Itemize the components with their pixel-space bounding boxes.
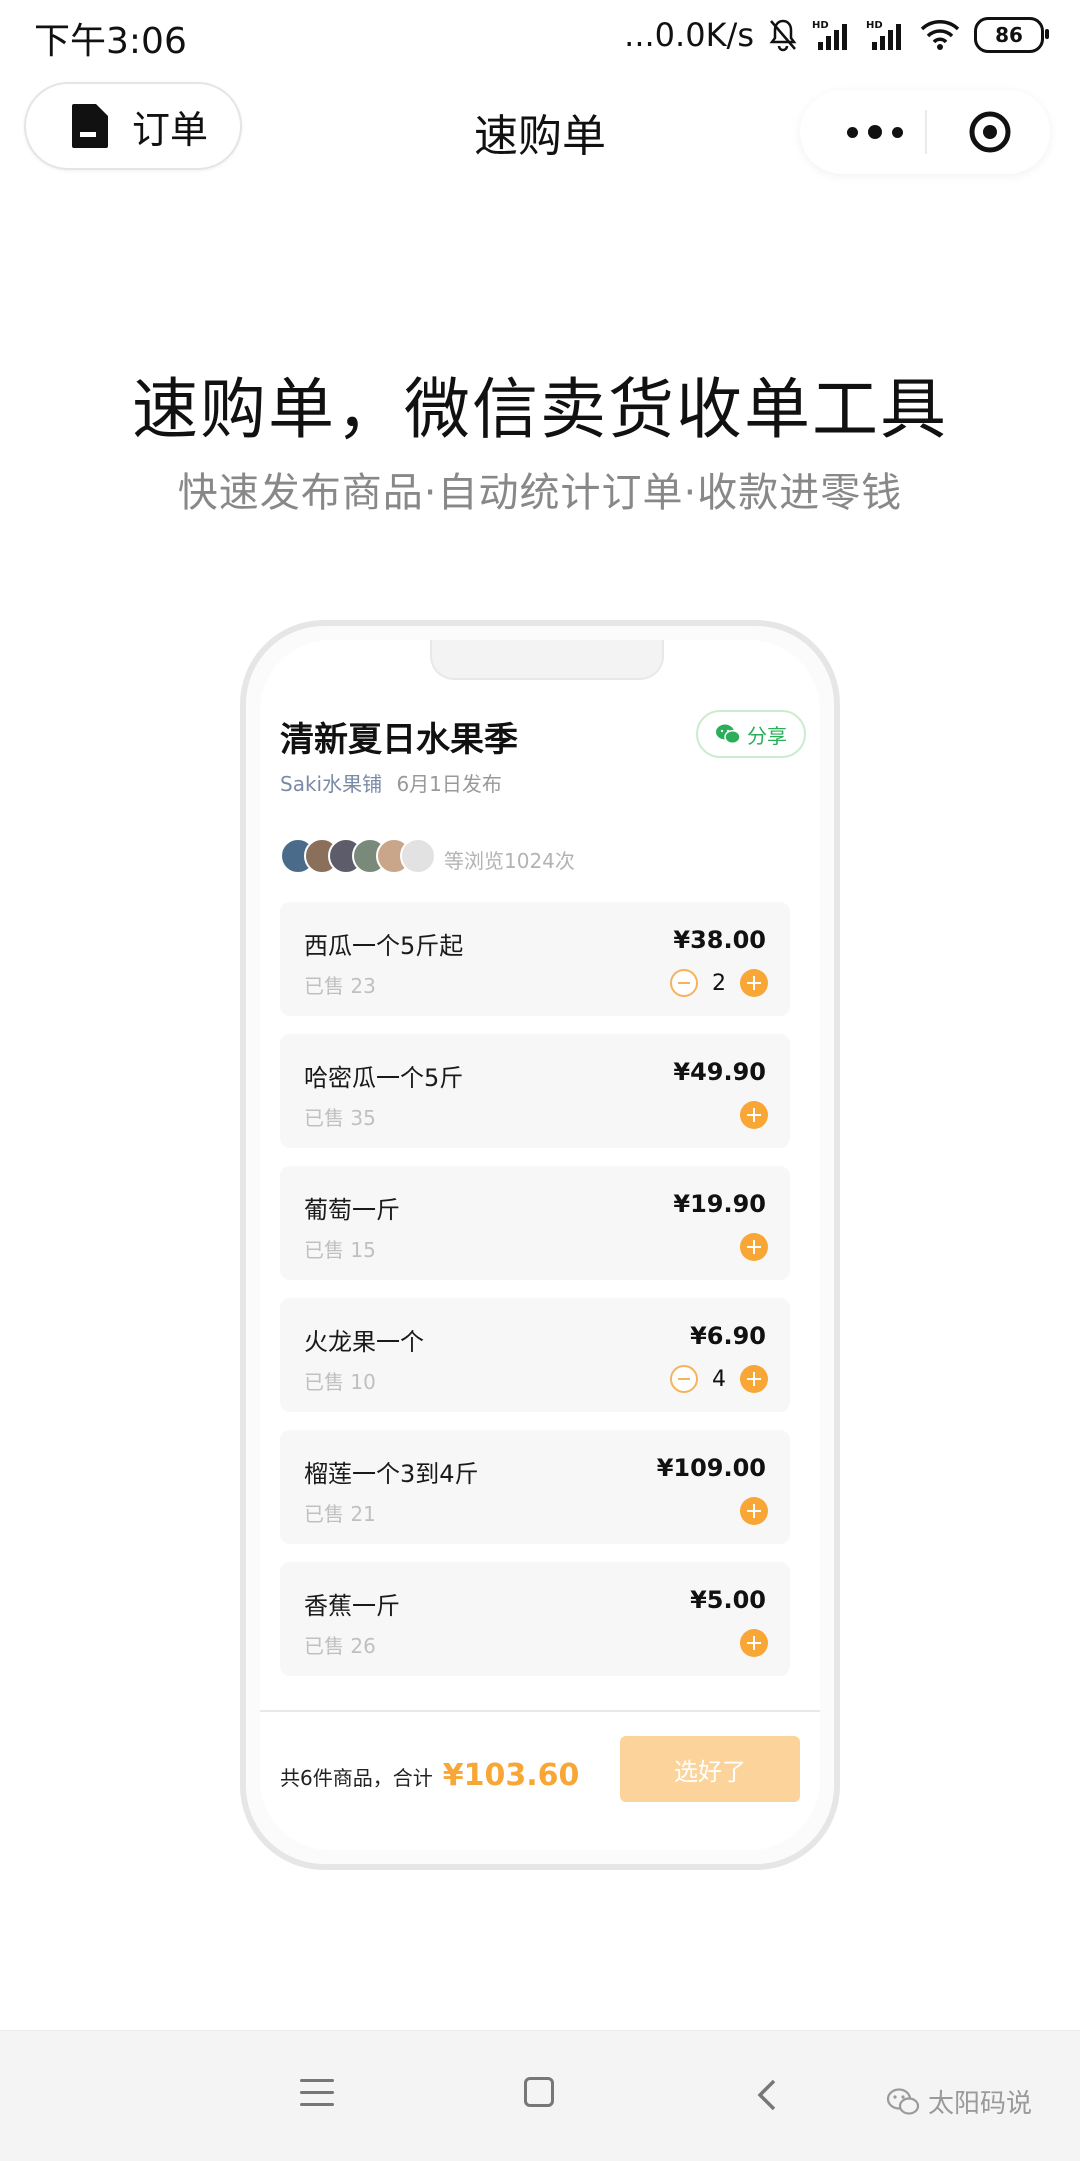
quantity-stepper: 4	[670, 1364, 768, 1394]
hero-title: 速购单，微信卖货收单工具	[132, 371, 948, 448]
network-speed: ...0.0K/s	[624, 16, 754, 54]
plus-icon[interactable]	[740, 1233, 768, 1261]
svg-text:HD: HD	[866, 20, 883, 31]
product-name: 榴莲一个3到4斤	[304, 1460, 479, 1488]
share-button[interactable]: 分享	[696, 710, 806, 758]
product-name: 西瓜一个5斤起	[304, 932, 464, 960]
product-name: 香蕉一斤	[304, 1592, 400, 1620]
publish-date: 6月1日发布	[396, 772, 502, 796]
quantity-value: 4	[712, 1366, 726, 1392]
product-item[interactable]: 哈密瓜一个5斤已售 35 ¥49.90	[280, 1034, 790, 1148]
phone-screen: 清新夏日水果季 Saki水果铺 6月1日发布 分享 等浏览1024次 西瓜一个5…	[260, 640, 820, 1850]
battery-level: 86	[995, 23, 1023, 47]
watermark: 太阳码说	[886, 2083, 1032, 2120]
quantity-value: 2	[712, 970, 726, 996]
back-icon[interactable]	[748, 2075, 788, 2115]
shop-name[interactable]: Saki水果铺	[280, 772, 382, 796]
avatar	[400, 838, 436, 874]
svg-text:HD: HD	[812, 20, 829, 31]
plus-icon[interactable]	[740, 1629, 768, 1657]
product-price: ¥109.00	[656, 1454, 766, 1482]
phone-mockup: 清新夏日水果季 Saki水果铺 6月1日发布 分享 等浏览1024次 西瓜一个5…	[240, 620, 840, 1870]
plus-icon[interactable]	[740, 1101, 768, 1129]
product-price: ¥5.00	[690, 1586, 766, 1614]
plus-icon[interactable]	[740, 1365, 768, 1393]
product-sold: 已售 21	[304, 1502, 376, 1526]
product-list: 西瓜一个5斤起已售 23 ¥38.00 2 哈密瓜一个5斤已售 35 ¥49.90 葡萄一…	[280, 902, 790, 1694]
status-icons: ...0.0K/s HD HD 86	[624, 10, 1049, 60]
minus-icon[interactable]	[670, 1365, 698, 1393]
product-price: ¥6.90	[690, 1322, 766, 1350]
cart-summary-label: 共6件商品，合计	[280, 1766, 433, 1790]
product-price: ¥38.00	[673, 926, 766, 954]
quantity-stepper	[740, 1100, 768, 1130]
wechat-icon	[886, 2087, 920, 2115]
more-dots-icon[interactable]	[830, 90, 920, 174]
checkout-button[interactable]: 选好了	[620, 1736, 800, 1802]
share-label: 分享	[747, 723, 787, 748]
target-icon[interactable]	[968, 110, 1012, 154]
product-sold: 已售 26	[304, 1634, 376, 1658]
product-item[interactable]: 香蕉一斤已售 26 ¥5.00	[280, 1562, 790, 1676]
plus-icon[interactable]	[740, 969, 768, 997]
viewer-avatars	[280, 838, 436, 874]
signal-hd-icon: HD	[812, 18, 852, 52]
plus-icon[interactable]	[740, 1497, 768, 1525]
hero-subtitle: 快速发布商品·自动统计订单·收款进零钱	[177, 470, 903, 516]
product-sold: 已售 35	[304, 1106, 376, 1130]
product-sold: 已售 10	[304, 1370, 376, 1394]
shop-title: 清新夏日水果季	[280, 720, 518, 760]
watermark-text: 太阳码说	[928, 2089, 1033, 2119]
quantity-stepper: 2	[670, 968, 768, 998]
product-name: 葡萄一斤	[304, 1196, 400, 1224]
product-item[interactable]: 葡萄一斤已售 15 ¥19.90	[280, 1166, 790, 1280]
product-price: ¥49.90	[673, 1058, 766, 1086]
signal-hd-icon: HD	[866, 18, 906, 52]
product-name: 哈密瓜一个5斤	[304, 1064, 464, 1092]
home-icon[interactable]	[524, 2077, 554, 2107]
status-time: 下午3:06	[34, 21, 187, 62]
product-name: 火龙果一个	[304, 1328, 424, 1356]
quantity-stepper	[740, 1628, 768, 1658]
system-nav-bar: 太阳码说	[0, 2030, 1080, 2161]
cart-total: ¥103.60	[442, 1758, 580, 1793]
phone-notch	[430, 640, 664, 680]
status-bar: 下午3:06 ...0.0K/s HD HD 86	[0, 0, 1080, 70]
quantity-stepper	[740, 1496, 768, 1526]
views-count: 等浏览1024次	[444, 849, 575, 873]
quantity-stepper	[740, 1232, 768, 1262]
alarm-muted-icon	[768, 18, 798, 52]
product-price: ¥19.90	[673, 1190, 766, 1218]
cart-summary: 共6件商品，合计 ¥103.60	[280, 1758, 579, 1793]
miniprogram-capsule	[800, 90, 1050, 174]
menu-icon[interactable]	[300, 2079, 334, 2109]
wechat-icon	[716, 724, 741, 745]
wifi-icon	[920, 19, 960, 51]
product-sold: 已售 23	[304, 974, 376, 998]
battery-icon: 86	[974, 17, 1049, 53]
shop-meta: Saki水果铺 6月1日发布	[280, 768, 502, 797]
capsule-divider	[925, 110, 927, 154]
cart-bar: 共6件商品，合计 ¥103.60 选好了	[260, 1710, 820, 1850]
product-item[interactable]: 榴莲一个3到4斤已售 21 ¥109.00	[280, 1430, 790, 1544]
product-sold: 已售 15	[304, 1238, 376, 1262]
product-item[interactable]: 西瓜一个5斤起已售 23 ¥38.00 2	[280, 902, 790, 1016]
minus-icon[interactable]	[670, 969, 698, 997]
product-item[interactable]: 火龙果一个已售 10 ¥6.90 4	[280, 1298, 790, 1412]
